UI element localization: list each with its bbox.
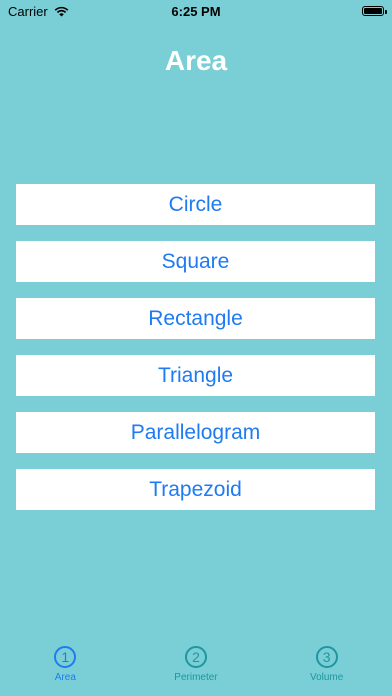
wifi-icon	[54, 6, 69, 16]
tab-perimeter[interactable]: 2 Perimeter	[131, 642, 261, 683]
tab-perimeter-label: Perimeter	[174, 672, 218, 683]
number-1-icon: 1	[54, 646, 77, 668]
circle-button[interactable]: Circle	[16, 184, 375, 225]
status-left: Carrier	[8, 4, 69, 19]
number-2-icon: 2	[184, 646, 207, 668]
tab-volume-label: Volume	[309, 672, 344, 683]
carrier-label: Carrier	[8, 3, 48, 19]
triangle-button[interactable]: Triangle	[16, 355, 375, 396]
number-3-icon: 3	[315, 646, 338, 668]
page-title: Area	[164, 45, 228, 76]
shape-list: Circle Square Rectangle Triangle Paralle…	[16, 184, 375, 526]
battery-icon	[362, 6, 387, 16]
tab-area-label: Area	[54, 672, 76, 683]
tab-area[interactable]: 1 Area	[0, 642, 130, 683]
trapezoid-button[interactable]: Trapezoid	[16, 469, 375, 510]
status-bar: Carrier 6:25 PM	[0, 0, 392, 22]
tab-volume[interactable]: 3 Volume	[262, 642, 392, 683]
square-button[interactable]: Square	[16, 241, 375, 282]
parallelogram-button[interactable]: Parallelogram	[16, 412, 375, 453]
rectangle-button[interactable]: Rectangle	[16, 298, 375, 339]
tab-bar: 1 Area 2 Perimeter 3 Volume	[0, 642, 392, 696]
